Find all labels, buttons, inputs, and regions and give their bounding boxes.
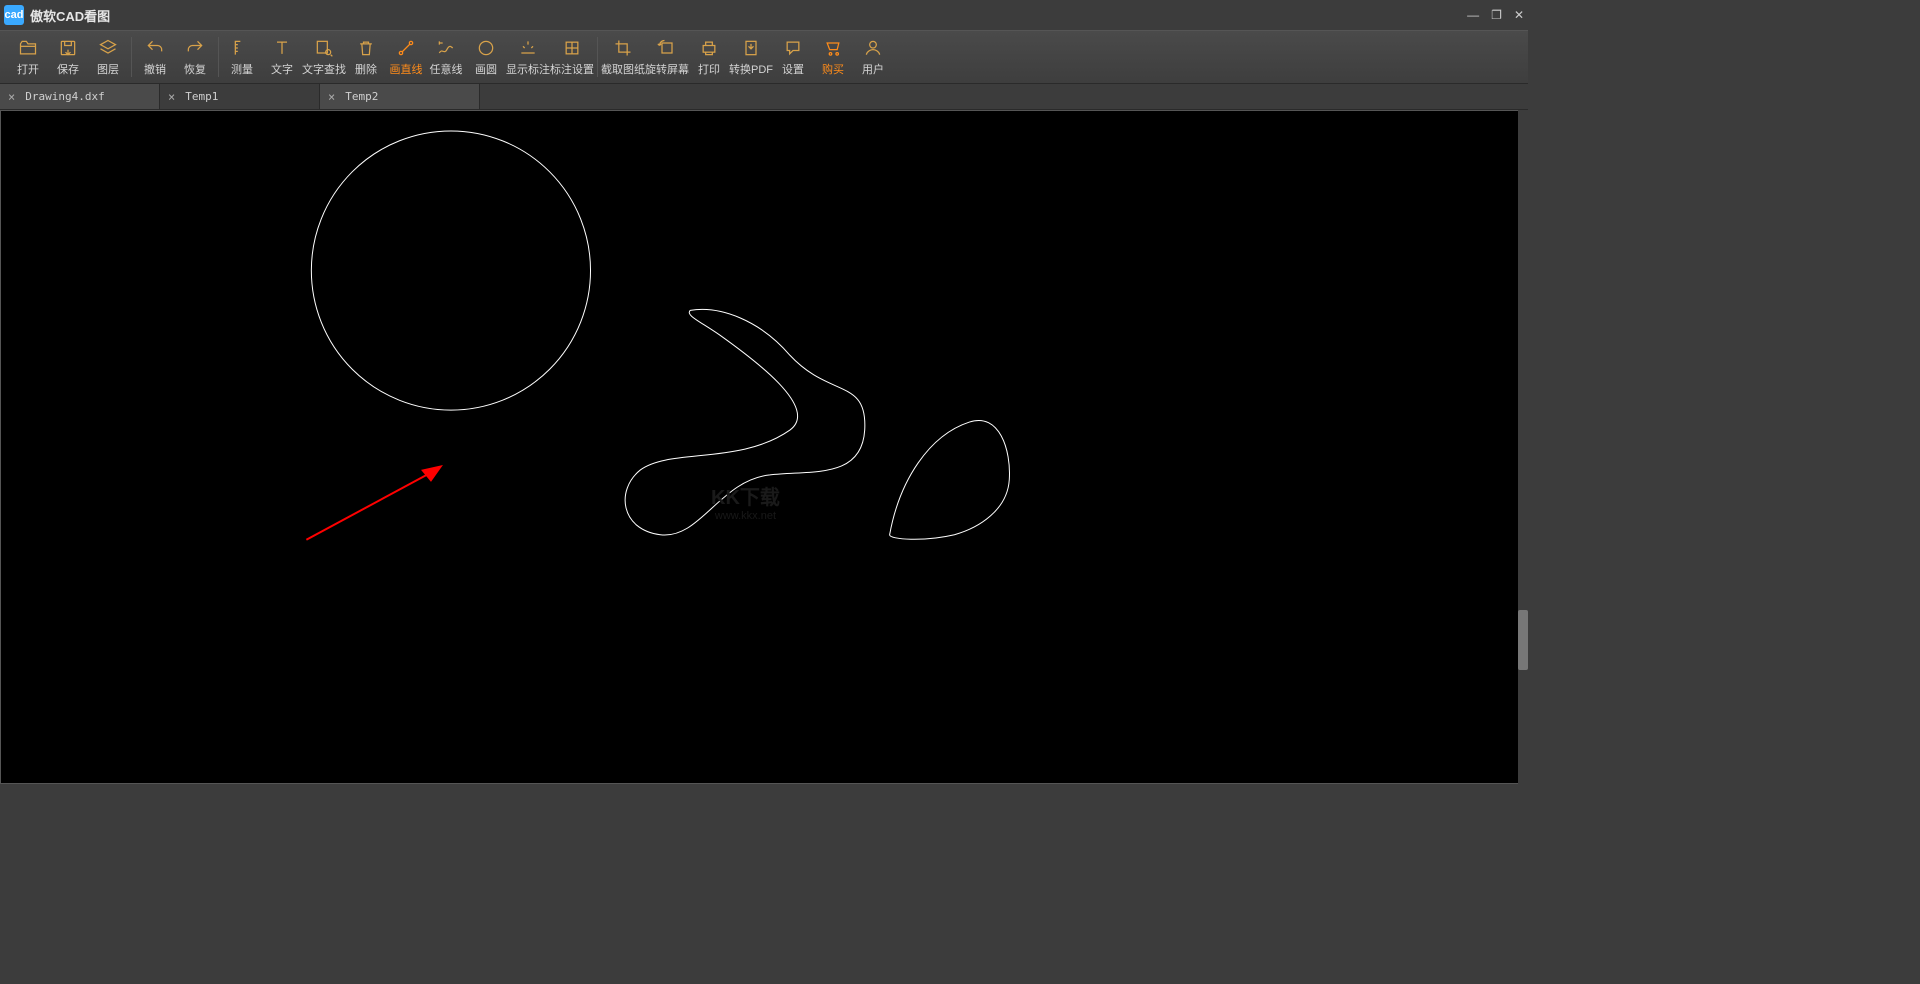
freehand-icon [435, 37, 457, 59]
draw-line-label: 画直线 [390, 61, 423, 77]
settings-button[interactable]: 设置 [773, 31, 813, 83]
show-mark-button[interactable]: 显示标注 [506, 31, 550, 83]
trash-icon [355, 37, 377, 59]
circle-label: 画圆 [475, 61, 497, 77]
settings-label: 设置 [782, 61, 804, 77]
main-toolbar: 打开 保存 图层 撤销 恢复 测量 文字 [0, 30, 1528, 84]
pdf-icon [740, 37, 762, 59]
user-icon [862, 37, 884, 59]
cart-icon [822, 37, 844, 59]
tab-close-icon[interactable]: × [328, 90, 335, 104]
measure-label: 测量 [231, 61, 253, 77]
window-controls: — ❐ ✕ [1467, 0, 1524, 30]
draw-line-button[interactable]: 画直线 [386, 31, 426, 83]
any-line-label: 任意线 [430, 61, 463, 77]
save-icon [57, 37, 79, 59]
app-title: 傲软CAD看图 [30, 6, 110, 25]
tab-drawing4[interactable]: × Drawing4.dxf [0, 84, 160, 109]
text-search-icon [313, 37, 335, 59]
text-label: 文字 [271, 61, 293, 77]
minimize-button[interactable]: — [1467, 8, 1479, 22]
mark-settings-label: 标注设置 [550, 61, 594, 77]
text-icon [271, 37, 293, 59]
buy-button[interactable]: 购买 [813, 31, 853, 83]
text-button[interactable]: 文字 [262, 31, 302, 83]
circle-button[interactable]: 画圆 [466, 31, 506, 83]
text-search-label: 文字查找 [302, 61, 346, 77]
app-icon: cad [4, 5, 24, 25]
redo-button[interactable]: 恢复 [175, 31, 215, 83]
tab-temp1[interactable]: × Temp1 [160, 84, 320, 109]
ruler-icon [231, 37, 253, 59]
crop-button[interactable]: 截取图纸 [601, 31, 645, 83]
text-search-button[interactable]: 文字查找 [302, 31, 346, 83]
undo-label: 撤销 [144, 61, 166, 77]
canvas-svg [1, 111, 1527, 783]
line-icon [395, 37, 417, 59]
toolbar-separator [597, 37, 598, 77]
show-mark-label: 显示标注 [506, 61, 550, 77]
toolbar-separator [218, 37, 219, 77]
buy-label: 购买 [822, 61, 844, 77]
pdf-button[interactable]: 转换PDF [729, 31, 773, 83]
layer-label: 图层 [97, 61, 119, 77]
rotate-icon [656, 37, 678, 59]
toolbar-separator [131, 37, 132, 77]
mark-settings-button[interactable]: 标注设置 [550, 31, 594, 83]
save-label: 保存 [57, 61, 79, 77]
undo-icon [144, 37, 166, 59]
redo-label: 恢复 [184, 61, 206, 77]
restore-button[interactable]: ❐ [1491, 8, 1502, 22]
crop-label: 截取图纸 [601, 61, 645, 77]
undo-button[interactable]: 撤销 [135, 31, 175, 83]
tab-label: Temp1 [185, 90, 218, 103]
open-label: 打开 [17, 61, 39, 77]
layers-icon [97, 37, 119, 59]
delete-label: 删除 [355, 61, 377, 77]
user-label: 用户 [862, 61, 884, 77]
tab-close-icon[interactable]: × [8, 90, 15, 104]
folder-open-icon [17, 37, 39, 59]
print-icon [698, 37, 720, 59]
rotate-label: 旋转屏幕 [645, 61, 689, 77]
tab-label: Temp2 [345, 90, 378, 103]
user-button[interactable]: 用户 [853, 31, 893, 83]
crop-icon [612, 37, 634, 59]
delete-button[interactable]: 删除 [346, 31, 386, 83]
layer-button[interactable]: 图层 [88, 31, 128, 83]
save-button[interactable]: 保存 [48, 31, 88, 83]
any-line-button[interactable]: 任意线 [426, 31, 466, 83]
tab-bar: × Drawing4.dxf × Temp1 × Temp2 [0, 84, 1528, 110]
vertical-scrollbar[interactable] [1518, 110, 1528, 784]
drawing-canvas[interactable]: KK下载 www.kkx.net [0, 110, 1528, 784]
title-bar: cad 傲软CAD看图 — ❐ ✕ [0, 0, 1528, 30]
print-label: 打印 [698, 61, 720, 77]
mark-settings-icon [561, 37, 583, 59]
close-button[interactable]: ✕ [1514, 8, 1524, 22]
scrollbar-thumb[interactable] [1518, 610, 1528, 670]
circle-icon [475, 37, 497, 59]
print-button[interactable]: 打印 [689, 31, 729, 83]
tab-label: Drawing4.dxf [25, 90, 104, 103]
rotate-button[interactable]: 旋转屏幕 [645, 31, 689, 83]
redo-icon [184, 37, 206, 59]
open-button[interactable]: 打开 [8, 31, 48, 83]
show-mark-icon [517, 37, 539, 59]
tab-close-icon[interactable]: × [168, 90, 175, 104]
pdf-label: 转换PDF [729, 61, 773, 77]
measure-button[interactable]: 测量 [222, 31, 262, 83]
comment-icon [782, 37, 804, 59]
tab-temp2[interactable]: × Temp2 [320, 84, 480, 109]
